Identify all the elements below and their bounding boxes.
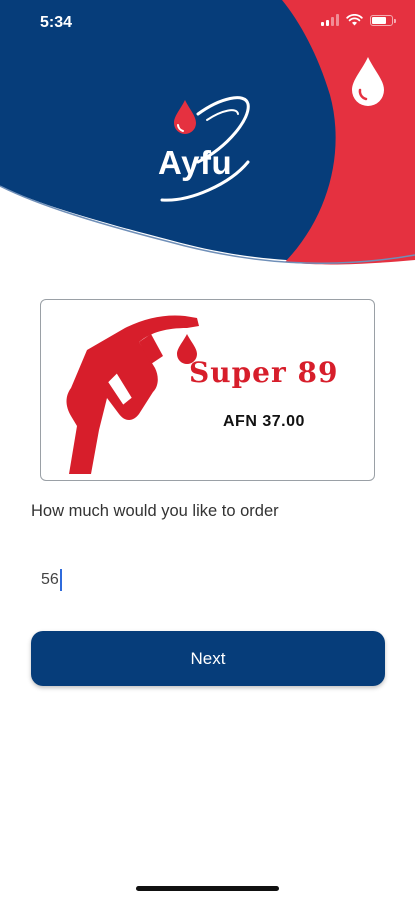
text-cursor [60, 569, 62, 591]
brand-name: Ayfu [158, 144, 233, 181]
fuel-pump-icon [66, 315, 199, 474]
ayfu-logo: Ayfu [150, 92, 265, 210]
home-indicator[interactable] [136, 886, 279, 891]
battery-level [372, 16, 386, 24]
status-bar: 5:34 [0, 0, 415, 44]
product-price: AFN 37.00 [223, 413, 305, 430]
order-prompt: How much would you like to order [31, 502, 279, 520]
battery-icon [370, 14, 396, 26]
signal-bars-icon [321, 14, 339, 26]
product-name: Super 89 [189, 356, 339, 389]
quantity-input[interactable] [41, 566, 371, 594]
status-icons [321, 14, 396, 26]
next-button[interactable]: Next [31, 631, 385, 686]
status-time: 5:34 [40, 14, 73, 31]
wifi-icon [346, 14, 363, 26]
product-card: Super 89 AFN 37.00 [40, 299, 375, 481]
